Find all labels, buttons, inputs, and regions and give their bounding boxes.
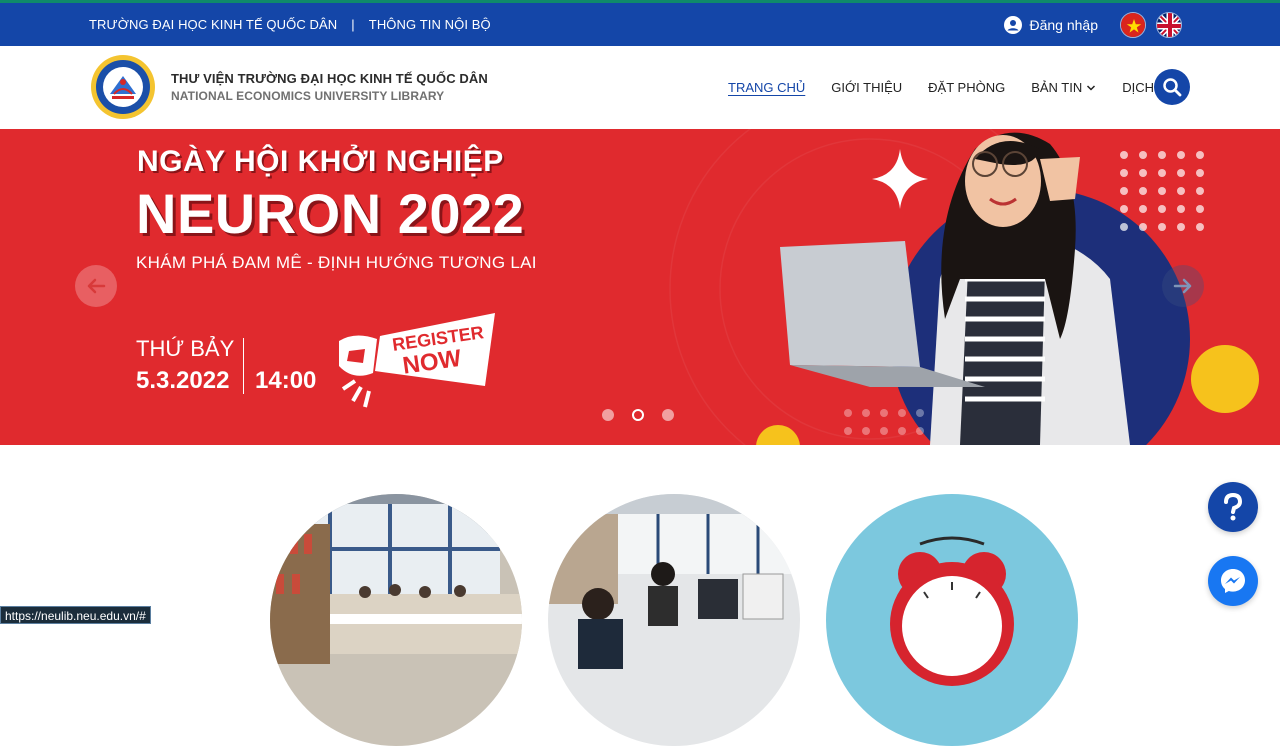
banner-date: 5.3.2022 bbox=[136, 367, 230, 394]
help-button[interactable] bbox=[1208, 482, 1258, 532]
next-slide-button[interactable] bbox=[1162, 265, 1204, 307]
uk-flag-icon[interactable] bbox=[1156, 11, 1182, 38]
library-photo-alarm-clock[interactable] bbox=[826, 494, 1078, 746]
arrow-left-icon bbox=[87, 278, 106, 294]
slide-dot-2[interactable] bbox=[632, 409, 644, 421]
main-nav: TRANG CHỦ GIỚI THIỆU ĐẶT PHÒNG BẢN TIN D… bbox=[728, 46, 1202, 129]
banner-time: 14:00 bbox=[255, 367, 317, 394]
banner-title-line2: NEURON 2022 bbox=[136, 182, 525, 245]
library-subtitle: NATIONAL ECONOMICS UNIVERSITY LIBRARY bbox=[171, 89, 445, 103]
slide-dot-3[interactable] bbox=[662, 409, 674, 421]
link-university[interactable]: TRƯỜNG ĐẠI HỌC KINH TẾ QUỐC DÂN bbox=[89, 17, 337, 32]
status-bar-url: https://neulib.neu.edu.vn/# bbox=[0, 606, 151, 624]
nav-news[interactable]: BẢN TIN bbox=[1031, 80, 1096, 95]
top-bar: TRƯỜNG ĐẠI HỌC KINH TẾ QUỐC DÂN | THÔNG … bbox=[0, 0, 1280, 46]
slide-dot-1[interactable] bbox=[602, 409, 614, 421]
banner-subtitle: KHÁM PHÁ ĐAM MÊ - ĐỊNH HƯỚNG TƯƠNG LAI bbox=[136, 253, 537, 272]
top-separator: | bbox=[351, 17, 355, 32]
link-internal-info[interactable]: THÔNG TIN NỘI BỘ bbox=[369, 17, 491, 32]
messenger-button[interactable] bbox=[1208, 556, 1258, 606]
register-now-badge[interactable]: REGISTER NOW bbox=[335, 311, 505, 411]
question-mark-icon bbox=[1224, 492, 1243, 521]
prev-slide-button[interactable] bbox=[75, 265, 117, 307]
login-label: Đăng nhập bbox=[1029, 16, 1098, 33]
arrow-right-icon bbox=[1173, 278, 1192, 294]
hero-banner: NGÀY HỘI KHỞI NGHIỆP NEURON 2022 KHÁM PH… bbox=[0, 129, 1280, 445]
messenger-icon bbox=[1221, 569, 1245, 593]
site-header: THƯ VIỆN TRƯỜNG ĐẠI HỌC KINH TẾ QUỐC DÂN… bbox=[0, 46, 1280, 129]
banner-day: THỨ BẢY bbox=[136, 336, 235, 361]
search-button[interactable] bbox=[1154, 69, 1190, 105]
nav-booking[interactable]: ĐẶT PHÒNG bbox=[928, 80, 1005, 95]
slide-indicators bbox=[602, 409, 692, 421]
library-photo-reading-room[interactable] bbox=[270, 494, 522, 746]
brand: THƯ VIỆN TRƯỜNG ĐẠI HỌC KINH TẾ QUỐC DÂN… bbox=[171, 71, 488, 103]
banner-title-line1: NGÀY HỘI KHỞI NGHIỆP bbox=[137, 145, 504, 178]
library-photo-computer-lab[interactable] bbox=[548, 494, 800, 746]
login-button[interactable]: Đăng nhập bbox=[1004, 15, 1098, 34]
top-links: TRƯỜNG ĐẠI HỌC KINH TẾ QUỐC DÂN | THÔNG … bbox=[89, 3, 491, 46]
banner-divider bbox=[243, 338, 244, 394]
user-icon bbox=[1004, 15, 1023, 34]
vietnam-flag-icon[interactable] bbox=[1120, 11, 1146, 38]
top-right: Đăng nhập bbox=[1004, 3, 1182, 46]
nav-home[interactable]: TRANG CHỦ bbox=[728, 80, 805, 95]
library-title: THƯ VIỆN TRƯỜNG ĐẠI HỌC KINH TẾ QUỐC DÂN bbox=[171, 71, 488, 86]
library-logo[interactable] bbox=[90, 54, 156, 120]
nav-news-label: BẢN TIN bbox=[1031, 80, 1083, 95]
nav-about[interactable]: GIỚI THIỆU bbox=[831, 80, 902, 95]
search-icon bbox=[1163, 78, 1182, 97]
chevron-down-icon bbox=[1087, 84, 1096, 91]
